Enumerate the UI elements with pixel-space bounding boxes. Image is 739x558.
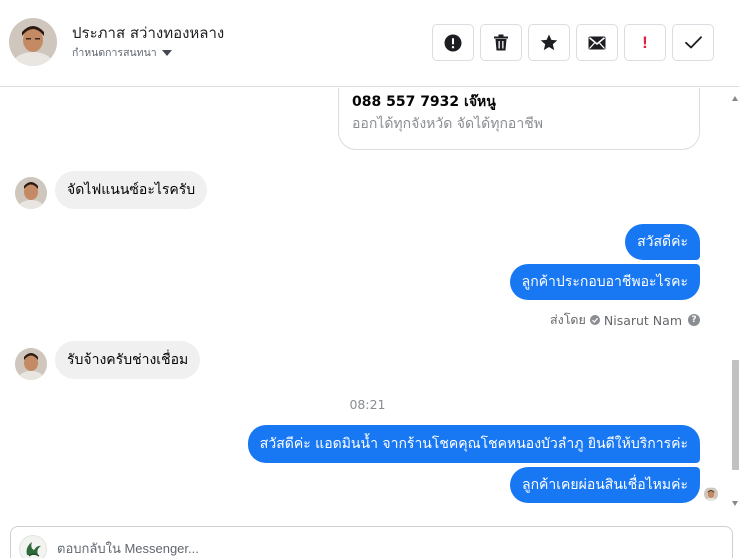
star-button[interactable] xyxy=(528,24,570,61)
contact-avatar[interactable] xyxy=(9,18,57,66)
checkmark-icon xyxy=(684,36,702,49)
mark-important-button[interactable]: ! xyxy=(624,24,666,61)
exclamation-icon: ! xyxy=(642,32,648,52)
reply-input[interactable] xyxy=(57,541,697,556)
spam-button[interactable] xyxy=(432,24,474,61)
contact-card: 088 557 7932 เจ๊หนู ออกได้ทุกจังหวัด จัด… xyxy=(338,88,700,150)
scroll-down-arrow-icon[interactable] xyxy=(732,501,738,506)
scroll-up-arrow-icon[interactable] xyxy=(732,96,738,101)
sender-avatar[interactable] xyxy=(15,177,47,209)
sent-by-info: ส่งโดย Nisarut Nam ? xyxy=(550,310,700,330)
trash-icon xyxy=(493,34,509,51)
verified-check-icon xyxy=(589,315,600,325)
message-thread[interactable]: 088 557 7932 เจ๊หนู ออกได้ทุกจังหวัด จัด… xyxy=(0,88,739,513)
scrollbar-thumb[interactable] xyxy=(732,360,739,470)
page-logo-icon xyxy=(19,535,47,558)
message-thread-scrollbar[interactable] xyxy=(731,88,739,513)
contact-card-phone: 088 557 7932 เจ๊หนู xyxy=(352,94,496,110)
message-outgoing[interactable]: สวัสดีค่ะ xyxy=(625,224,700,260)
conversation-options-label: กำหนดการสนทนา xyxy=(72,47,157,59)
message-outgoing[interactable]: ลูกค้าเคยผ่อนสินเชื่อไหมค่ะ xyxy=(509,467,700,503)
seen-avatar xyxy=(704,487,718,501)
message-outgoing[interactable]: ลูกค้าประกอบอาชีพอะไรคะ xyxy=(509,264,700,300)
message-incoming[interactable]: รับจ้างครับช่างเชื่อม xyxy=(55,341,201,379)
sent-by-prefix: ส่งโดย xyxy=(549,312,586,327)
message-incoming[interactable]: จัดไฟแนนซ์อะไรครับ xyxy=(55,171,208,209)
sent-by-name[interactable]: Nisarut Nam xyxy=(604,313,682,328)
sender-avatar[interactable] xyxy=(15,348,47,380)
mark-done-button[interactable] xyxy=(672,24,714,61)
contact-card-subtitle: ออกได้ทุกจังหวัด จัดได้ทุกอาชีพ xyxy=(352,116,543,132)
conversation-options-dropdown[interactable]: กำหนดการสนทนา xyxy=(72,44,172,61)
help-icon[interactable]: ? xyxy=(688,314,700,326)
reply-composer[interactable] xyxy=(10,526,733,558)
message-outgoing[interactable]: สวัสดีค่ะ แอดมินน้ำ จากร้านโชคคุณโชคหนอง… xyxy=(247,425,700,463)
time-separator: 08:21 xyxy=(349,397,386,412)
alert-circle-icon xyxy=(444,34,462,52)
envelope-icon xyxy=(588,36,606,50)
conversation-header: ประภาส สว่างทองหลาง กำหนดการสนทนา ! xyxy=(0,0,739,87)
contact-name[interactable]: ประภาส สว่างทองหลาง xyxy=(72,21,224,45)
caret-down-icon xyxy=(161,50,172,56)
star-icon xyxy=(540,34,558,51)
delete-button[interactable] xyxy=(480,24,522,61)
mark-unread-button[interactable] xyxy=(576,24,618,61)
